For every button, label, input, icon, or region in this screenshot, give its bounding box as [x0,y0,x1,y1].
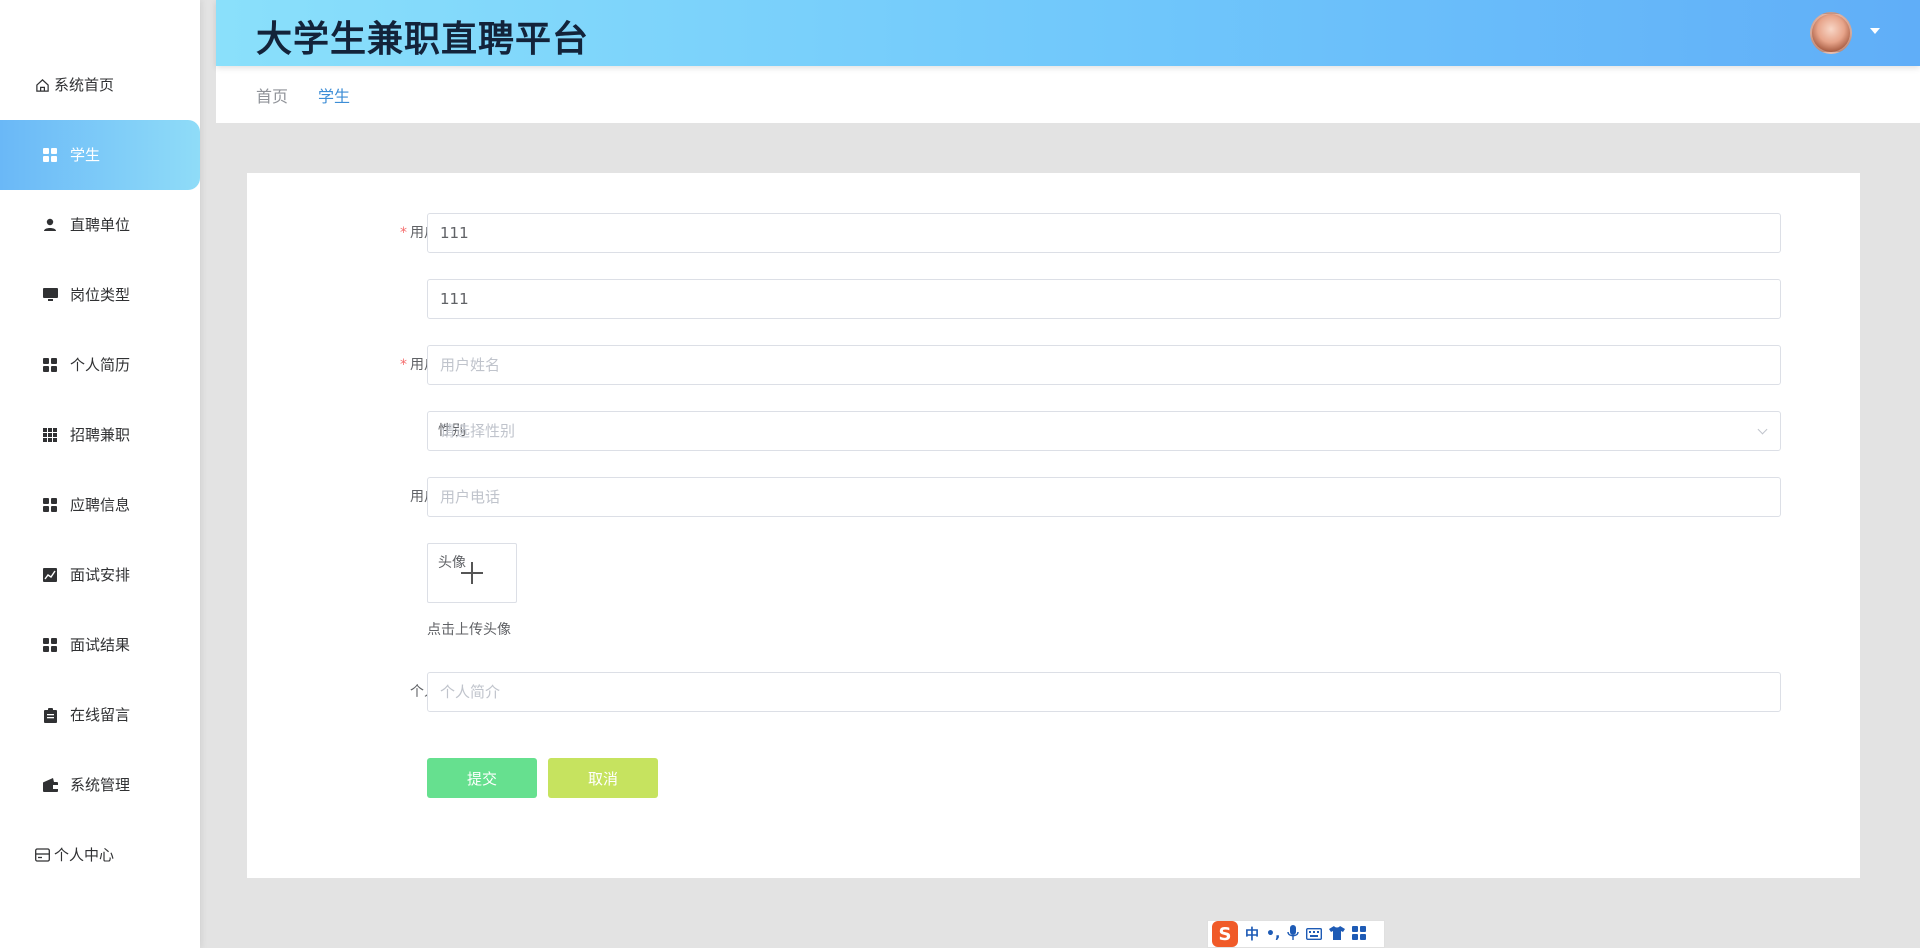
form-row-gender: 性别 请选择性别 [247,411,1860,451]
sidebar-item-label: 面试安排 [70,566,131,584]
sidebar-item-personal-center[interactable]: 个人中心 [0,820,200,890]
top-header: 大学生兼职直聘平台 [216,0,1920,66]
sidebar-item-applications[interactable]: 应聘信息 [0,470,200,540]
ime-toolbar: S 中 •, [1207,920,1385,948]
chart-icon [42,567,58,583]
form-row-account: *用户账号 [247,213,1860,253]
sidebar-item-part-time-jobs[interactable]: 招聘兼职 [0,400,200,470]
account-input[interactable] [427,213,1781,253]
form-row-phone: 用户电话 [247,477,1860,517]
brand-title: 大学生兼职直聘平台 [256,19,590,60]
apps-icon [42,427,58,443]
student-form-card: *用户账号 *密码 *用户姓名 性别 请选择性别 用户电话 头像 点击上传头像 … [247,173,1860,878]
cancel-button[interactable]: 取消 [548,758,658,798]
toolbox-icon[interactable] [1352,925,1367,944]
keyboard-icon[interactable] [1306,925,1323,944]
required-mark: * [400,225,407,241]
sidebar-item-label: 应聘信息 [70,496,131,514]
ime-logo[interactable]: S [1212,921,1238,947]
sidebar-item-students[interactable]: 学生 [0,120,200,190]
microphone-icon[interactable] [1287,924,1299,944]
card-icon [34,847,50,863]
sidebar-item-system-management[interactable]: 系统管理 [0,750,200,820]
avatar-upload-tip: 点击上传头像 [427,622,511,638]
sidebar-menu: 系统首页 学生 直聘单位 岗位类型 个人简历 招聘兼职 应聘信息 面试安排 面试… [0,0,200,890]
gender-select[interactable]: 请选择性别 [427,411,1781,451]
form-row-avatar: 头像 点击上传头像 [247,543,1860,643]
breadcrumb-current: 学生 [318,86,351,106]
grid-icon [42,147,58,163]
breadcrumb: 首页 学生 [216,66,1920,123]
sidebar-item-label: 面试结果 [70,636,131,654]
sidebar-item-label: 岗位类型 [70,286,131,304]
phone-input[interactable] [427,477,1781,517]
plus-icon [461,562,483,584]
sidebar-item-home[interactable]: 系统首页 [0,50,200,120]
name-input[interactable] [427,345,1781,385]
monitor-icon [42,287,58,303]
sidebar-item-messages[interactable]: 在线留言 [0,680,200,750]
form-row-intro: 个人简介 [247,672,1860,712]
sidebar-item-label: 学生 [70,146,101,164]
skin-icon[interactable] [1329,925,1346,944]
sidebar-item-resume[interactable]: 个人简历 [0,330,200,400]
home-icon [34,77,50,93]
grid-icon [42,497,58,513]
form-actions: 提交 取消 [247,758,1860,798]
sidebar-item-label: 个人中心 [54,846,115,864]
sidebar-item-label: 招聘兼职 [70,426,131,444]
sidebar-item-label: 系统首页 [54,76,115,94]
sidebar-item-employers[interactable]: 直聘单位 [0,190,200,260]
sidebar-item-label: 直聘单位 [70,216,131,234]
sidebar-item-label: 个人简历 [70,356,131,374]
sidebar: 系统首页 学生 直聘单位 岗位类型 个人简历 招聘兼职 应聘信息 面试安排 面试… [0,0,200,948]
sidebar-item-interview-results[interactable]: 面试结果 [0,610,200,680]
avatar-upload-button[interactable] [427,543,517,603]
avatar[interactable] [1810,12,1852,54]
ime-mode-toggle[interactable]: 中 [1245,924,1259,944]
form-row-name: * 用户姓名 [247,345,1860,385]
clipboard-icon [42,707,58,723]
sidebar-item-job-types[interactable]: 岗位类型 [0,260,200,330]
chevron-down-icon [1757,424,1768,435]
password-input[interactable] [427,279,1781,319]
breadcrumb-home[interactable]: 首页 [256,83,288,107]
grid-icon [42,357,58,373]
caret-down-icon[interactable] [1870,28,1880,34]
sidebar-item-label: 系统管理 [70,776,131,794]
ime-punct-toggle[interactable]: •, [1266,926,1280,942]
grid-icon [42,637,58,653]
submit-button[interactable]: 提交 [427,758,537,798]
form-row-password: *密码 [247,279,1860,319]
user-icon [42,217,58,233]
sidebar-item-label: 在线留言 [70,706,131,724]
gender-select-placeholder: 请选择性别 [440,422,516,440]
required-mark: * [400,357,407,373]
intro-input[interactable] [427,672,1781,712]
sidebar-item-interview-schedule[interactable]: 面试安排 [0,540,200,610]
wallet-icon [42,777,58,793]
